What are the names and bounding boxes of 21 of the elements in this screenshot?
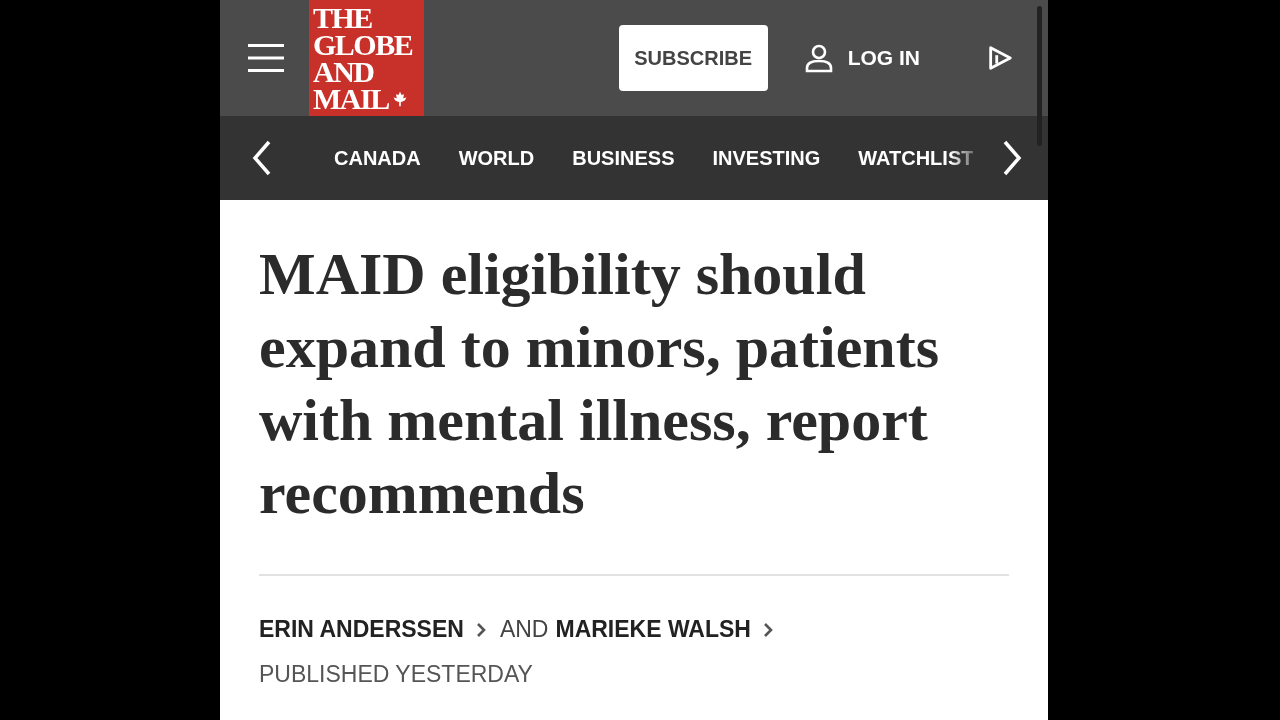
byline-joiner: AND (499, 616, 549, 643)
author-link[interactable]: MARIEKE WALSH (555, 616, 751, 643)
subscribe-button[interactable]: SUBSCRIBE (618, 25, 768, 91)
play-icon[interactable] (986, 44, 1014, 72)
nav-link[interactable]: WATCHLIST (858, 146, 974, 170)
nav-link[interactable]: BUSINESS (572, 146, 675, 170)
nav-link[interactable]: CANADA (334, 146, 421, 170)
author-link[interactable]: ERIN ANDERSSEN (259, 616, 464, 643)
headline: MAID eligibility should expand to minors, patients with mental illness, report recommends (259, 240, 941, 528)
user-icon (803, 43, 834, 73)
chevron-right-icon (762, 621, 773, 638)
chevron-right-icon (475, 621, 486, 638)
chevron-right-icon[interactable] (1002, 140, 1022, 176)
publish-date: PUBLISHED YESTERDAY (259, 661, 534, 688)
maple-leaf-icon (391, 90, 408, 107)
menu-icon[interactable] (248, 43, 284, 73)
nav-link[interactable]: WORLD (458, 146, 535, 170)
newspaper-logo[interactable]: THE GLOBE AND MAIL (309, 0, 424, 116)
log-in-button[interactable]: LOG IN (803, 43, 920, 73)
nav-link[interactable]: INVESTING (712, 146, 821, 170)
chevron-left-icon[interactable] (252, 140, 272, 176)
